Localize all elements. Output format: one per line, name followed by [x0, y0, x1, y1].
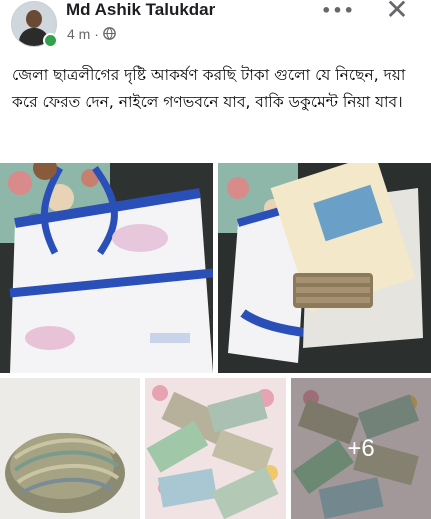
more-photos-overlay[interactable]: +6: [291, 378, 431, 519]
globe-icon: [102, 27, 116, 40]
post-meta: 4 m ·: [67, 26, 116, 42]
photo-2[interactable]: [218, 163, 431, 373]
more-options-button[interactable]: •••: [320, 0, 356, 20]
close-icon: ✕: [385, 0, 409, 26]
photo-grid: +6: [0, 163, 431, 519]
photo-4[interactable]: [145, 378, 286, 519]
post-time[interactable]: 4 m: [67, 26, 90, 42]
photo-5[interactable]: +6: [291, 378, 431, 519]
ellipsis-icon: •••: [321, 0, 355, 20]
author-name[interactable]: Md Ashik Talukdar: [66, 0, 215, 20]
post-header: Md Ashik Talukdar 4 m · ••• ✕: [0, 0, 431, 50]
online-status-dot: [43, 33, 58, 48]
photo-1[interactable]: [0, 163, 213, 373]
post-text: জেলা ছাত্রলীগের দৃষ্টি আকর্ষণ করছি টাকা …: [12, 66, 406, 111]
more-photos-count: +6: [347, 434, 375, 462]
meta-separator: ·: [94, 26, 99, 42]
close-button[interactable]: ✕: [380, 0, 414, 26]
photo-3[interactable]: [0, 378, 140, 519]
